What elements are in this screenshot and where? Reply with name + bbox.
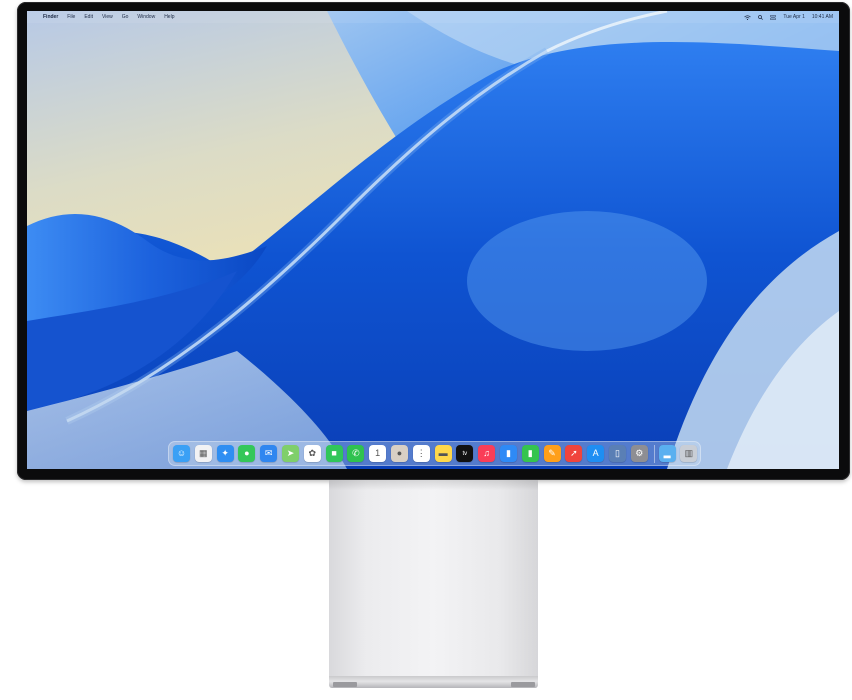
- control-center-icon[interactable]: [770, 14, 777, 20]
- shortcuts-icon[interactable]: ➚: [565, 445, 583, 462]
- maps-icon[interactable]: ➤: [281, 445, 299, 462]
- finder-icon[interactable]: ☺: [173, 445, 190, 462]
- menu-app-name[interactable]: Finder: [43, 14, 58, 20]
- app-store-icon[interactable]: A: [587, 445, 605, 462]
- menu-go[interactable]: Go: [122, 14, 129, 20]
- contacts-icon[interactable]: ●: [390, 445, 408, 462]
- pages-icon[interactable]: ✎: [543, 445, 561, 462]
- launchpad-icon[interactable]: ▦: [194, 445, 212, 462]
- tv-icon[interactable]: tv: [456, 445, 474, 462]
- dock-separator: [653, 444, 655, 463]
- menu-edit[interactable]: Edit: [84, 14, 93, 20]
- numbers-icon[interactable]: ▮: [521, 445, 539, 462]
- system-settings-icon[interactable]: ⚙: [630, 445, 648, 462]
- desktop-wallpaper: [27, 11, 839, 469]
- menu-bar-date[interactable]: Tue Apr 1: [783, 14, 805, 20]
- wifi-icon[interactable]: [744, 14, 752, 20]
- safari-icon[interactable]: ✦: [216, 445, 234, 462]
- menu-file[interactable]: File: [67, 14, 75, 20]
- menu-help[interactable]: Help: [164, 14, 174, 20]
- calendar-icon[interactable]: 1: [369, 445, 387, 462]
- iphone-mirroring-icon[interactable]: ▯: [608, 445, 626, 462]
- facetime-icon[interactable]: ■: [325, 445, 343, 462]
- downloads-folder-icon[interactable]: ▂: [658, 445, 676, 462]
- stand-foot: [329, 676, 538, 688]
- messages-icon[interactable]: ●: [238, 445, 256, 462]
- stand-shadow: [329, 480, 538, 490]
- notes-icon[interactable]: ▬: [434, 445, 452, 462]
- mail-icon[interactable]: ✉: [260, 445, 278, 462]
- reminders-icon[interactable]: ⋮: [412, 445, 430, 462]
- dock: ☺ ▦ ✦ ● ✉ ➤ ✿ ■ ✆ 1 ● ⋮ ▬ tv ♫ ▮ ▮ ✎ ➚ A ▯ ⚙ ▂ ▥: [168, 441, 701, 466]
- stand-foot-slot-left: [333, 682, 357, 687]
- phone-icon[interactable]: ✆: [347, 445, 365, 462]
- monitor-stand: [329, 480, 538, 676]
- desktop-screen[interactable]: Finder File Edit View Go Window Help Tue…: [27, 11, 839, 469]
- trash-icon[interactable]: ▥: [680, 445, 698, 462]
- music-icon[interactable]: ♫: [478, 445, 496, 462]
- search-icon[interactable]: [758, 14, 764, 20]
- keynote-icon[interactable]: ▮: [499, 445, 517, 462]
- menu-window[interactable]: Window: [137, 14, 155, 20]
- photos-icon[interactable]: ✿: [303, 445, 321, 462]
- menu-bar-time[interactable]: 10:41 AM: [812, 14, 833, 20]
- menu-view[interactable]: View: [102, 14, 113, 20]
- menu-bar: Finder File Edit View Go Window Help Tue…: [27, 11, 839, 23]
- stand-foot-slot-right: [511, 682, 535, 687]
